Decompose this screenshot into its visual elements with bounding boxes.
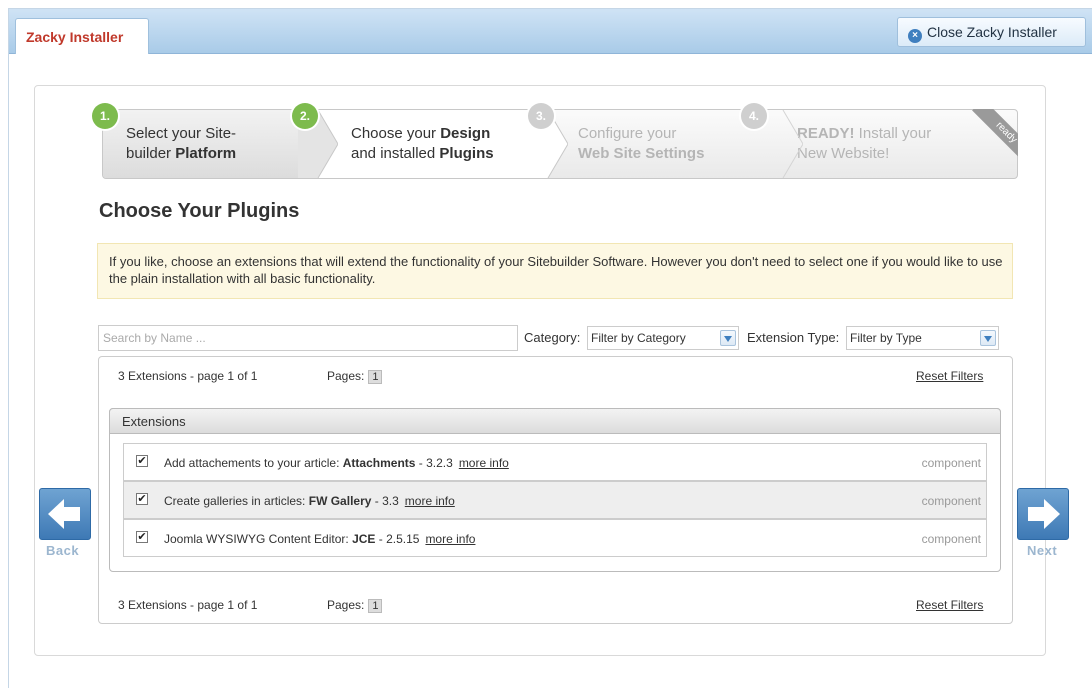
extension-row[interactable]: ✔ Create galleries in articles: FW Galle…	[123, 481, 987, 519]
pages-label: Pages:	[327, 369, 365, 383]
extension-description: Joomla WYSIWYG Content Editor: JCE - 2.5…	[164, 532, 475, 546]
category-select[interactable]: Filter by Category	[587, 326, 739, 350]
extension-checkbox[interactable]: ✔	[136, 455, 148, 467]
extension-version: - 3.3	[371, 494, 399, 508]
extension-type-select[interactable]: Filter by Type	[846, 326, 999, 350]
pager-summary-top: 3 Extensions - page 1 of 1	[118, 369, 258, 383]
pager-summary-bottom: 3 Extensions - page 1 of 1	[118, 598, 258, 612]
ready-ribbon-label: ready	[972, 109, 1018, 167]
step-wizard: Select your Site- builder Platform Choos…	[102, 109, 1018, 179]
extension-type: component	[921, 456, 981, 470]
extension-name: Attachments	[342, 456, 416, 470]
step-2-line2-bold: Plugins	[439, 145, 494, 162]
chevron-down-icon	[980, 330, 996, 346]
reset-filters-link-bottom[interactable]: Reset Filters	[916, 598, 983, 612]
extension-description: Add attachements to your article: Attach…	[164, 456, 509, 470]
step-4-line2: New Website!	[797, 145, 890, 162]
step-2-line2: and installed	[351, 145, 440, 162]
next-label: Next	[1027, 543, 1058, 558]
extension-checkbox[interactable]: ✔	[136, 531, 148, 543]
arrow-right-icon	[1028, 499, 1060, 529]
step-1: Select your Site- builder Platform	[103, 110, 318, 178]
extension-checkbox[interactable]: ✔	[136, 493, 148, 505]
pager-pages-bottom: Pages: 1	[327, 598, 383, 613]
step-divider-arrow	[782, 110, 803, 178]
reset-filters-link-top[interactable]: Reset Filters	[916, 369, 983, 383]
extension-type: component	[921, 494, 981, 508]
tab-zacky-installer[interactable]: Zacky Installer	[15, 18, 149, 54]
step-3-badge: 3.	[528, 103, 554, 129]
extension-description: Create galleries in articles: FW Gallery…	[164, 494, 455, 508]
more-info-link[interactable]: more info	[425, 532, 475, 546]
extension-name: JCE	[352, 532, 376, 546]
extension-type-label: Extension Type:	[747, 330, 840, 345]
step-4-line1-bold: READY!	[797, 125, 855, 142]
category-select-value: Filter by Category	[591, 331, 686, 345]
search-input[interactable]	[98, 325, 518, 351]
page-title: Choose Your Plugins	[99, 200, 300, 222]
step-3-line2-bold: Web Site Settings	[578, 145, 705, 162]
extension-prefix: Joomla WYSIWYG Content Editor:	[164, 532, 353, 546]
step-1-line2: builder	[126, 145, 176, 162]
extension-version: - 3.2.3	[415, 456, 453, 470]
category-label: Category:	[524, 330, 581, 345]
ready-ribbon: ready	[958, 109, 1018, 169]
step-4-badge: 4.	[741, 103, 767, 129]
extension-type: component	[921, 532, 981, 546]
step-2-badge: 2.	[292, 103, 318, 129]
page-number-button[interactable]: 1	[368, 370, 383, 384]
extension-prefix: Add attachements to your article:	[164, 456, 343, 470]
step-1-badge: 1.	[92, 103, 118, 129]
info-notice: If you like, choose an extensions that w…	[97, 243, 1013, 299]
back-button[interactable]	[39, 488, 91, 540]
step-3-line1: Configure your	[578, 125, 677, 142]
close-installer-button[interactable]: × Close Zacky Installer	[897, 17, 1086, 47]
chevron-down-icon	[720, 330, 736, 346]
next-button[interactable]	[1017, 488, 1069, 540]
step-1-line2-bold: Platform	[175, 145, 237, 162]
pager-pages-top: Pages: 1	[327, 369, 383, 384]
extension-prefix: Create galleries in articles:	[164, 494, 309, 508]
close-installer-label: Close Zacky Installer	[927, 24, 1057, 40]
step-4-line1: Install your	[854, 125, 932, 142]
extension-type-select-value: Filter by Type	[850, 331, 922, 345]
close-icon: ×	[908, 29, 922, 43]
more-info-link[interactable]: more info	[405, 494, 455, 508]
extensions-header: Extensions	[109, 408, 1001, 434]
page-number-button[interactable]: 1	[368, 599, 383, 613]
step-2: Choose your Design and installed Plugins	[318, 110, 548, 178]
more-info-link[interactable]: more info	[459, 456, 509, 470]
back-label: Back	[46, 543, 80, 558]
extension-row[interactable]: ✔ Joomla WYSIWYG Content Editor: JCE - 2…	[123, 519, 987, 557]
extension-version: - 2.5.15	[375, 532, 420, 546]
step-1-line1: Select your Site-	[126, 125, 237, 142]
arrow-left-icon	[48, 499, 80, 529]
pages-label: Pages:	[327, 598, 365, 612]
extension-row[interactable]: ✔ Add attachements to your article: Atta…	[123, 443, 987, 481]
step-2-line1-bold: Design	[440, 125, 491, 142]
step-2-line1: Choose your	[351, 125, 441, 142]
extension-name: FW Gallery	[308, 494, 372, 508]
